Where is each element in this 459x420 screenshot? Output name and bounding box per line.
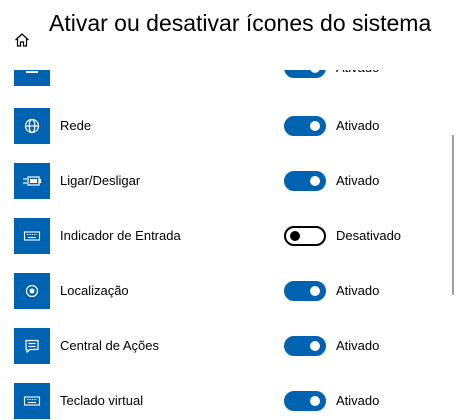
toggle-localizacao[interactable] <box>284 281 326 301</box>
state-label: Ativado <box>336 118 380 133</box>
list-item-localizacao: Localização Ativado <box>0 273 440 329</box>
list-item-teclado-virtual: Teclado virtual Ativado <box>0 383 440 420</box>
settings-window: Ativado Rede Ativado <box>0 0 459 420</box>
list-item-rede: Rede Ativado <box>0 108 440 164</box>
item-label: Ligar/Desligar <box>60 173 141 188</box>
item-label: Rede <box>60 118 92 133</box>
state-label: Ativado <box>336 393 380 408</box>
list-item-indicador-de-entrada: Indicador de Entrada Desativado <box>0 218 440 274</box>
state-label: Desativado <box>336 228 402 243</box>
toggle-rede[interactable] <box>284 116 326 136</box>
globe-icon <box>14 108 50 144</box>
list-item-central-de-acoes: Central de Ações Ativado <box>0 328 440 384</box>
toggle-indicador-de-entrada[interactable] <box>284 226 326 246</box>
item-label: Indicador de Entrada <box>60 228 181 243</box>
action-center-icon <box>14 328 50 364</box>
item-label: Localização <box>60 283 129 298</box>
battery-plug-icon <box>14 163 50 199</box>
page-title: Ativar ou desativar ícones do sistema <box>49 10 432 36</box>
state-label: Ativado <box>336 338 380 353</box>
toggle-central-de-acoes[interactable] <box>284 336 326 356</box>
home-button[interactable] <box>8 26 36 54</box>
list-item-ligar-desligar: Ligar/Desligar Ativado <box>0 163 440 219</box>
state-label: Ativado <box>336 283 380 298</box>
item-label: Central de Ações <box>60 338 160 353</box>
touch-keyboard-icon <box>14 383 50 419</box>
keyboard-icon <box>14 218 50 254</box>
page-header: Ativar ou desativar ícones do sistema <box>0 0 459 70</box>
toggle-teclado-virtual[interactable] <box>284 391 326 411</box>
state-label: Ativado <box>336 173 380 188</box>
item-label: Teclado virtual <box>60 393 144 408</box>
location-icon <box>14 273 50 309</box>
home-icon <box>15 33 29 47</box>
toggle-ligar-desligar[interactable] <box>284 171 326 191</box>
scrollbar[interactable] <box>452 135 454 295</box>
